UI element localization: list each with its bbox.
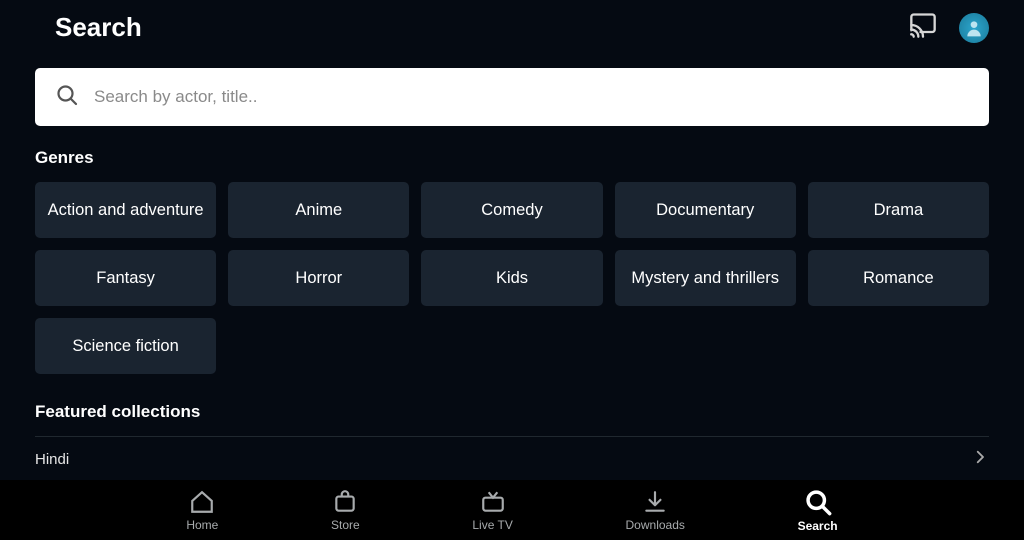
chevron-right-icon — [971, 448, 989, 471]
genre-button[interactable]: Fantasy — [35, 250, 216, 306]
nav-store[interactable]: Store — [331, 489, 360, 532]
search-bar[interactable] — [35, 68, 989, 126]
nav-livetv[interactable]: Live TV — [472, 489, 512, 532]
nav-downloads[interactable]: Downloads — [626, 489, 685, 532]
search-input[interactable] — [94, 87, 969, 107]
collection-row[interactable]: Hindi — [35, 436, 989, 482]
cast-icon[interactable] — [909, 11, 937, 44]
nav-label: Store — [331, 518, 360, 532]
avatar[interactable] — [959, 13, 989, 43]
featured-heading: Featured collections — [35, 402, 989, 422]
nav-label: Home — [186, 518, 218, 532]
bottom-nav: Home Store Live TV Downloads Search — [0, 480, 1024, 540]
collection-label: Hindi — [35, 451, 69, 468]
genre-button[interactable]: Romance — [808, 250, 989, 306]
nav-label: Downloads — [626, 518, 685, 532]
genres-heading: Genres — [35, 148, 989, 168]
page-title: Search — [55, 12, 142, 43]
nav-home[interactable]: Home — [186, 489, 218, 532]
genre-button[interactable]: Comedy — [421, 182, 602, 238]
search-icon — [55, 83, 79, 112]
genre-button[interactable]: Drama — [808, 182, 989, 238]
genre-button[interactable]: Horror — [228, 250, 409, 306]
genre-button[interactable]: Action and adventure — [35, 182, 216, 238]
nav-label: Live TV — [472, 518, 512, 532]
nav-search[interactable]: Search — [798, 488, 838, 533]
nav-label: Search — [798, 519, 838, 533]
genre-button[interactable]: Anime — [228, 182, 409, 238]
genre-button[interactable]: Documentary — [615, 182, 796, 238]
genre-button[interactable]: Mystery and thrillers — [615, 250, 796, 306]
genre-button[interactable]: Science fiction — [35, 318, 216, 374]
genre-button[interactable]: Kids — [421, 250, 602, 306]
